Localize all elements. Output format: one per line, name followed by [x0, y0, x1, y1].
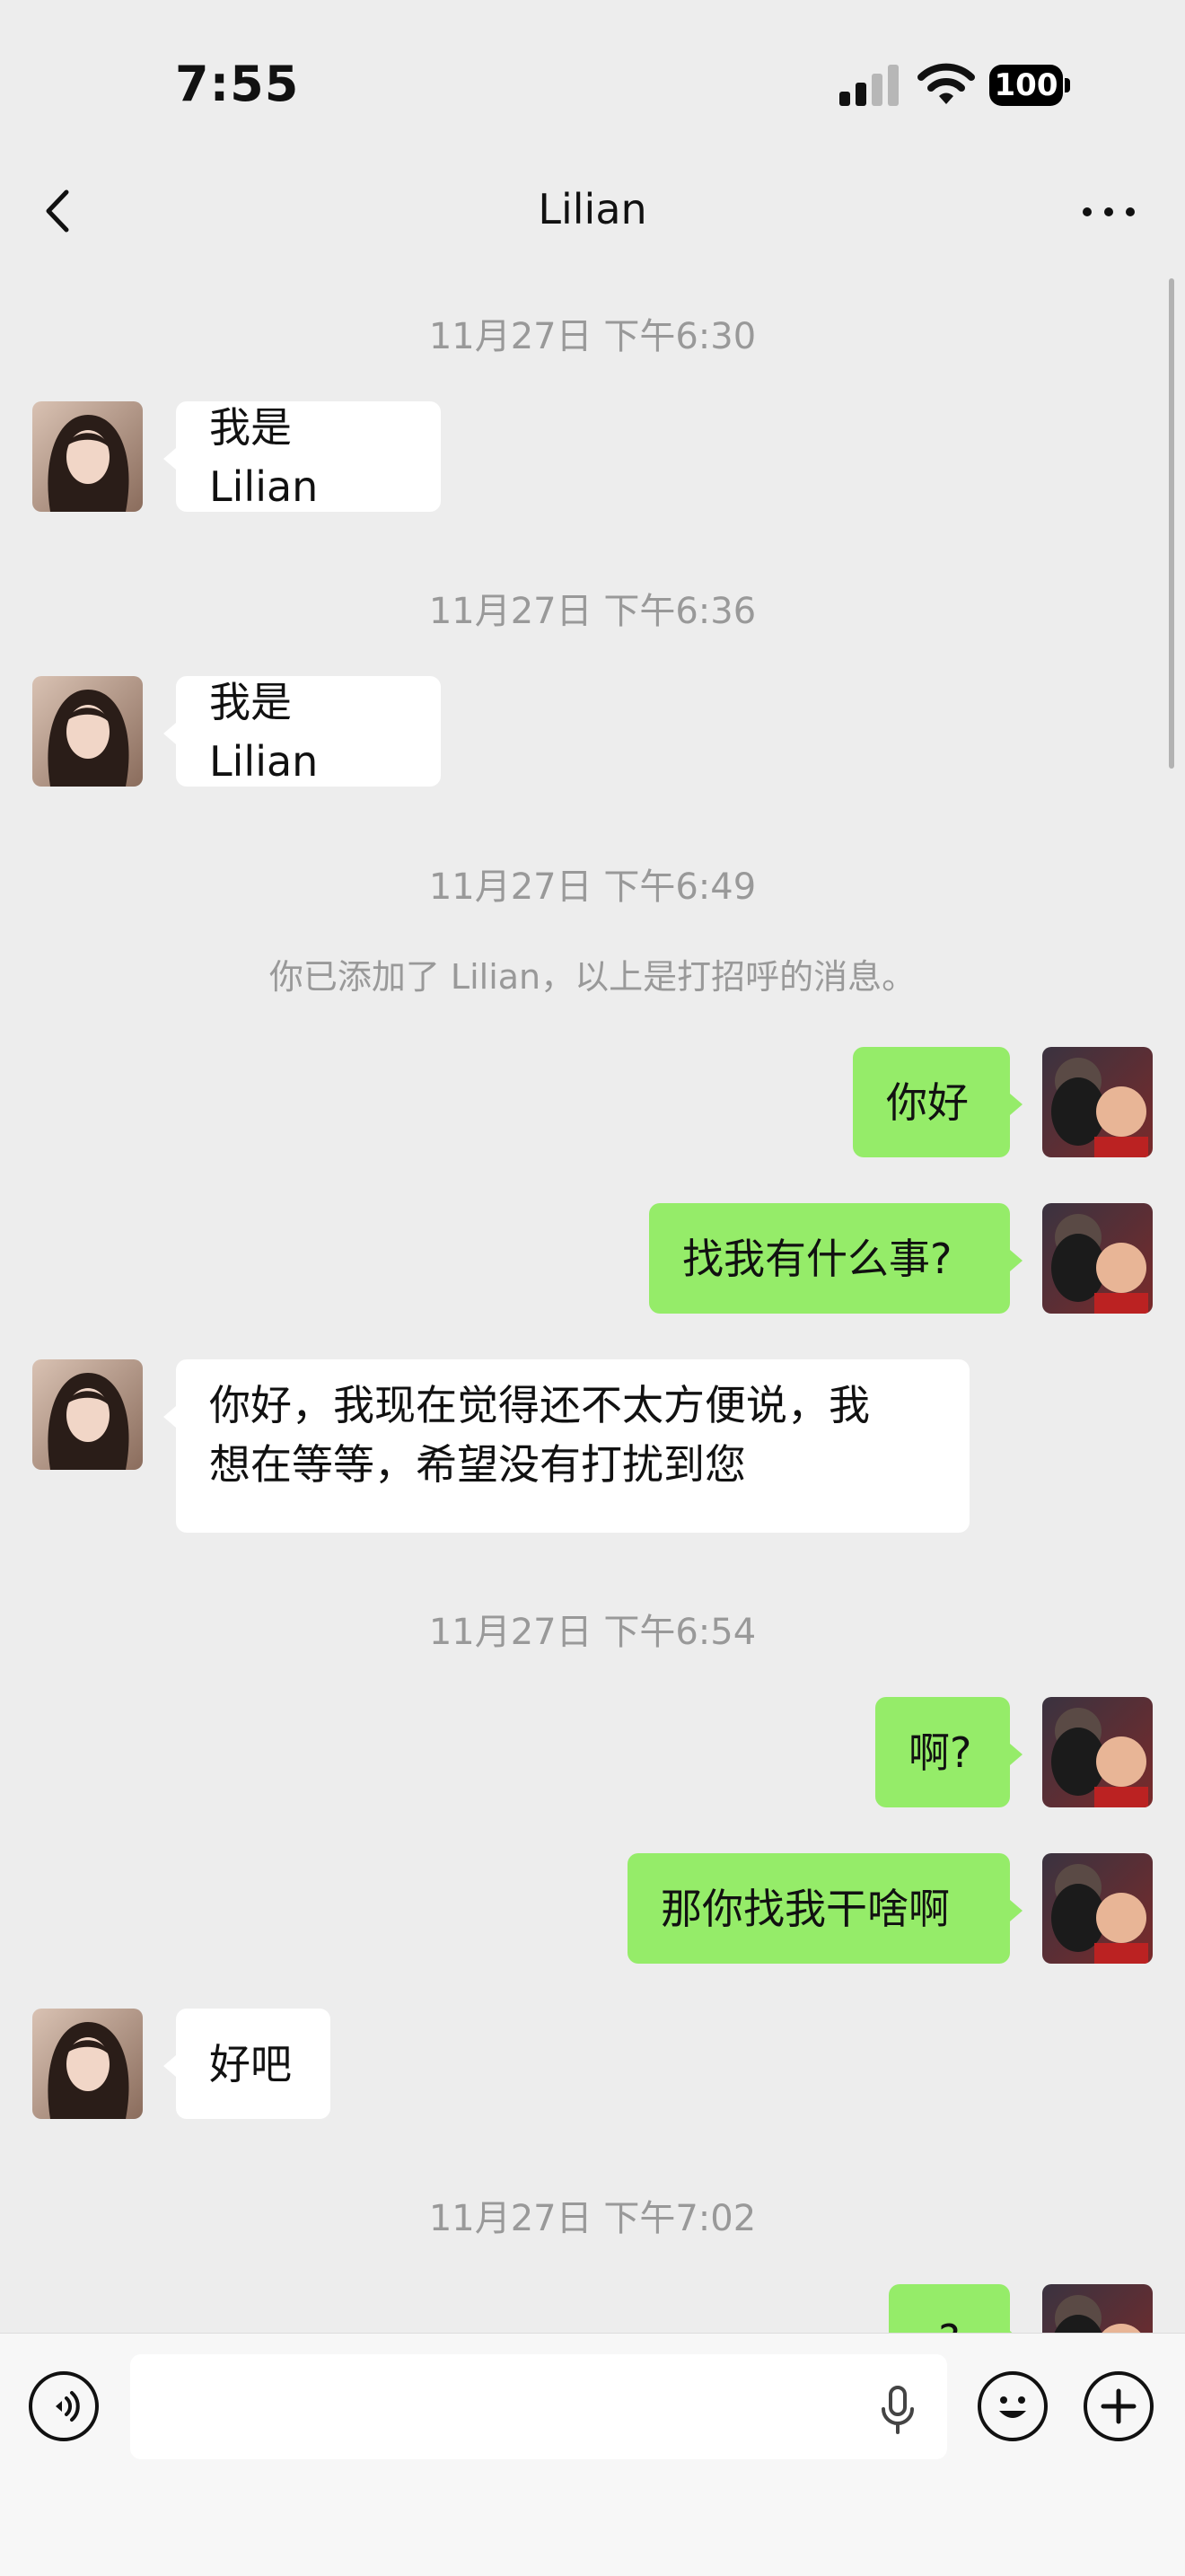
contact-avatar[interactable]: [32, 401, 143, 512]
emoji-icon[interactable]: [978, 2371, 1048, 2441]
outgoing-message-bubble[interactable]: 你好: [853, 1047, 1023, 1157]
my-avatar[interactable]: [1042, 1203, 1153, 1314]
incoming-message-bubble[interactable]: 我是 Lilian: [163, 676, 441, 787]
message-text: 啊?: [908, 1728, 972, 1777]
message-input[interactable]: [130, 2354, 947, 2459]
timestamp: 11月27日 下午7:02: [428, 2198, 757, 2239]
timestamp: 11月27日 下午6:54: [428, 1612, 757, 1653]
wifi-icon: [917, 61, 975, 106]
my-avatar[interactable]: [1042, 1853, 1153, 1964]
message-text: 你好: [886, 1077, 969, 1127]
contact-avatar[interactable]: [32, 2009, 143, 2119]
timestamp: 11月27日 下午6:49: [428, 866, 757, 908]
contact-avatar[interactable]: [32, 676, 143, 787]
cellular-signal-icon: [839, 65, 899, 106]
my-avatar[interactable]: [1042, 1047, 1153, 1157]
battery-level: 100: [989, 65, 1063, 106]
outgoing-message-bubble[interactable]: 那你找我干啥啊: [628, 1853, 1023, 1964]
status-time: 7:55: [175, 56, 300, 112]
more-dots-icon[interactable]: [1077, 193, 1140, 229]
microphone-icon[interactable]: [875, 2384, 920, 2438]
outgoing-message-bubble[interactable]: 找我有什么事?: [649, 1203, 1023, 1314]
chat-title: Lilian: [538, 185, 647, 233]
system-notice: 你已添加了 Lilian，以上是打招呼的消息。: [268, 957, 917, 997]
message-text: 好吧: [209, 2039, 292, 2088]
voice-icon[interactable]: [29, 2371, 99, 2441]
battery-icon: 100: [989, 65, 1072, 106]
plus-icon[interactable]: [1084, 2371, 1154, 2441]
message-text-line: 想在等等，希望没有打扰到您: [209, 1440, 746, 1489]
message-text: 那你找我干啥啊: [661, 1884, 950, 1933]
contact-avatar[interactable]: [32, 1359, 143, 1470]
incoming-message-bubble[interactable]: 你好，我现在觉得还不太方便说，我 想在等等，希望没有打扰到您: [163, 1359, 970, 1533]
outgoing-message-bubble[interactable]: 啊?: [875, 1697, 1023, 1807]
message-text: 我是 Lilian: [209, 677, 319, 786]
message-text-line: 你好，我现在觉得还不太方便说，我: [209, 1381, 870, 1429]
timestamp: 11月27日 下午6:30: [428, 316, 757, 357]
my-avatar[interactable]: [1042, 1697, 1153, 1807]
message-text: 找我有什么事?: [682, 1234, 952, 1283]
incoming-message-bubble[interactable]: 我是 Lilian: [163, 401, 441, 512]
incoming-message-bubble[interactable]: 好吧: [163, 2009, 330, 2119]
message-text: 我是 Lilian: [209, 402, 319, 511]
timestamp: 11月27日 下午6:36: [428, 591, 757, 632]
